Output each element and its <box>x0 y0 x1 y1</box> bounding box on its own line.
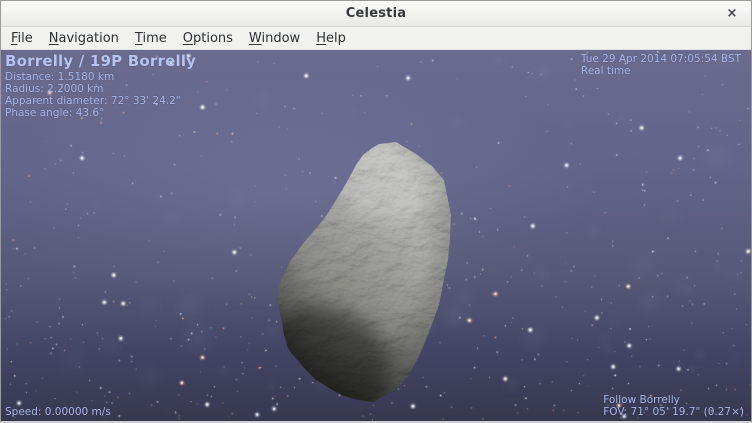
menu-time[interactable]: Time <box>127 27 175 49</box>
menu-help-label-rest: elp <box>326 31 346 46</box>
menu-help[interactable]: Help <box>308 27 354 49</box>
time-info: Tue 29 Apr 2014 07:05:54 BST Real time <box>581 53 741 77</box>
menu-time-label-rest: ime <box>142 31 166 46</box>
menu-help-label: H <box>316 31 326 46</box>
selection-info: Borrelly / 19P Borrelly Distance: 1.5180… <box>5 52 196 119</box>
menu-navigation-label-rest: avigation <box>59 31 119 46</box>
selection-title: Borrelly / 19P Borrelly <box>5 52 196 70</box>
time-datetime: Tue 29 Apr 2014 07:05:54 BST <box>581 53 741 65</box>
menu-file[interactable]: File <box>3 27 41 49</box>
close-icon[interactable]: × <box>723 5 741 23</box>
menu-navigation-label: N <box>49 31 59 46</box>
selection-distance: Distance: 1.5180 km <box>5 71 196 83</box>
menu-navigation[interactable]: Navigation <box>41 27 127 49</box>
reference-frame: Follow Borrelly <box>603 394 744 406</box>
title-bar[interactable]: Celestia × <box>1 1 751 27</box>
menu-file-label-rest: ile <box>18 31 33 46</box>
menu-options-label: O <box>183 31 193 46</box>
comet-borrelly-nucleus[interactable] <box>264 132 464 417</box>
space-viewport[interactable]: Borrelly / 19P Borrelly Distance: 1.5180… <box>1 50 751 421</box>
time-mode: Real time <box>581 65 741 77</box>
menu-window-label: W <box>249 31 262 46</box>
menu-window[interactable]: Window <box>241 27 308 49</box>
menu-window-label-rest: indow <box>262 31 301 46</box>
frame-fov-info: Follow Borrelly FOV: 71° 05' 19.7" (0.27… <box>603 394 744 418</box>
menu-bar: File Navigation Time Options Window Help <box>1 27 751 50</box>
selection-radius: Radius: 2.2000 km <box>5 83 196 95</box>
menu-options-label-rest: ptions <box>193 31 233 46</box>
selection-apparent-diameter: Apparent diameter: 72° 33' 24.2" <box>5 95 196 107</box>
fov-readout: FOV: 71° 05' 19.7" (0.27×) <box>603 406 744 418</box>
menu-options[interactable]: Options <box>175 27 241 49</box>
celestia-window: Celestia × File Navigation Time Options … <box>0 0 752 423</box>
selection-phase-angle: Phase angle: 43.6° <box>5 107 196 119</box>
speed-readout: Speed: 0.00000 m/s <box>5 406 111 418</box>
window-title: Celestia <box>346 6 406 21</box>
